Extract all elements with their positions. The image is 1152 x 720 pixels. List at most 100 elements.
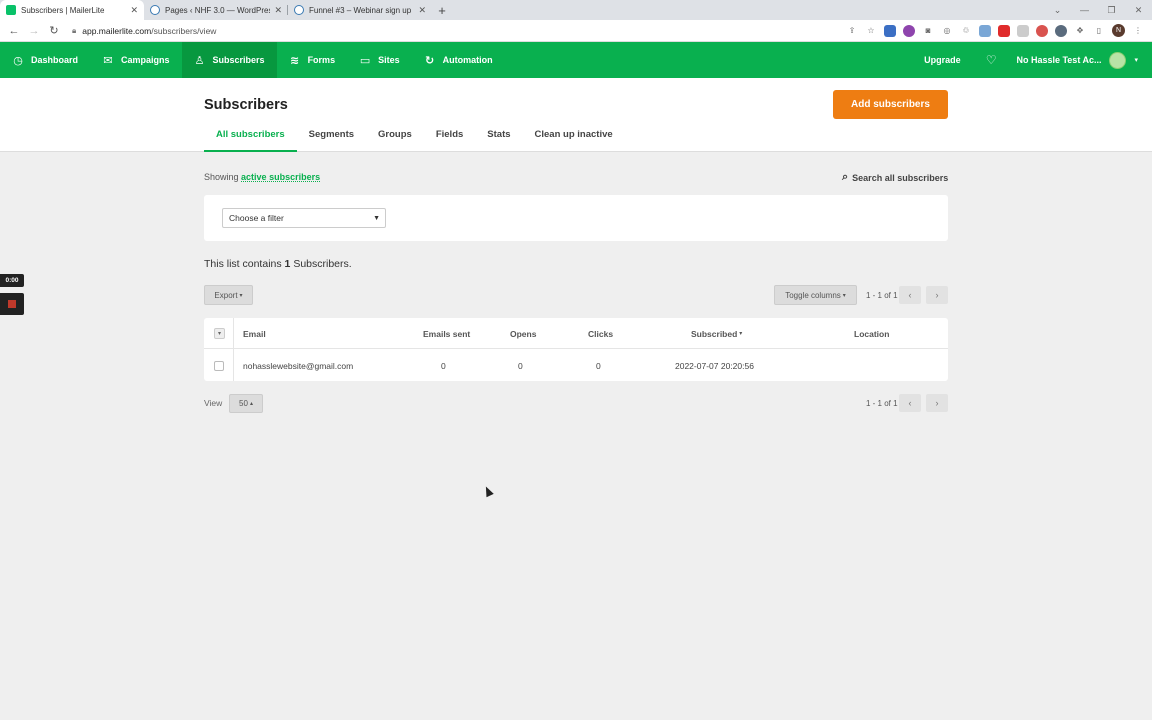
subscribed-value: 2022-07-07 20:20:56 (675, 360, 754, 371)
nav-label: Automation (442, 55, 493, 65)
recycle-icon[interactable]: ♲ (960, 25, 972, 37)
table-header: ▾ Email Emails sent Opens Clicks Subscri… (204, 318, 948, 349)
back-icon[interactable]: ← (4, 25, 24, 37)
next-page-button[interactable]: › (926, 394, 948, 412)
sort-desc-icon: ▾ (739, 331, 743, 337)
toggle-columns-label: Toggle columns (785, 290, 841, 300)
tab-groups[interactable]: Groups (366, 128, 424, 152)
nav-subscribers[interactable]: ♙ Subscribers (181, 42, 277, 78)
extension-icon[interactable] (884, 24, 896, 37)
extensions-bar: ⇪ ☆ ◙ ◎ ♲ ✥ ▯ N ⋮ (846, 24, 1148, 37)
page-size-select[interactable]: 50 ▴ (229, 394, 263, 413)
url-input[interactable]: 🔒︎ app.mailerlite.com /subscribers/view (64, 22, 846, 40)
extension-icon[interactable] (1017, 24, 1029, 37)
column-email[interactable]: Email (243, 318, 266, 349)
view-label: View (204, 398, 223, 408)
prev-page-button[interactable]: ‹ (899, 286, 921, 304)
filter-select[interactable]: Choose a filter ▼ (222, 208, 386, 228)
active-subscribers-link[interactable]: active subscribers (241, 172, 320, 182)
nav-automation[interactable]: ↻ Automation (412, 42, 505, 78)
youtube-icon[interactable] (998, 24, 1010, 37)
account-menu[interactable]: No Hassle Test Ac... ▾ (1004, 42, 1152, 78)
restore-icon[interactable]: ❐ (1098, 0, 1125, 20)
export-button[interactable]: Export ▾ (204, 285, 253, 305)
table-row[interactable]: nohasslewebsite@gmail.com 0 0 0 2022-07-… (204, 350, 948, 381)
sidebar-icon[interactable]: ▯ (1093, 25, 1105, 37)
column-location[interactable]: Location (854, 318, 889, 349)
search-icon: ⌕ (842, 171, 849, 183)
browser-tab-mailerlite[interactable]: Subscribers | MailerLite ✕ (0, 0, 144, 20)
add-subscribers-button[interactable]: Add subscribers (833, 90, 948, 119)
tab-clean-up-inactive[interactable]: Clean up inactive (523, 128, 625, 152)
extension-icon[interactable] (1036, 24, 1048, 37)
extension-icon[interactable]: ◎ (941, 25, 953, 37)
close-window-icon[interactable]: ✕ (1125, 0, 1152, 20)
select-all-checkbox[interactable]: ▾ (214, 318, 225, 349)
column-opens[interactable]: Opens (510, 318, 536, 349)
row-checkbox[interactable] (214, 350, 224, 381)
subscriber-email-link[interactable]: nohasslewebsite@gmail.com (243, 350, 353, 381)
prev-page-button[interactable]: ‹ (899, 394, 921, 412)
main-navigation: ◷ Dashboard ✉ Campaigns ♙ Subscribers ≋ … (0, 42, 1152, 78)
share-icon[interactable]: ⇪ (846, 25, 858, 37)
search-label: Search all subscribers (852, 172, 949, 183)
heart-icon[interactable]: ♡ (978, 42, 1005, 78)
close-icon[interactable]: ✕ (130, 5, 138, 16)
browser-tab-funnel[interactable]: Funnel #3 – Webinar sign up | N ✕ (288, 0, 432, 20)
extension-icon[interactable] (979, 24, 991, 37)
nav-label: Subscribers (212, 55, 265, 65)
nav-dashboard[interactable]: ◷ Dashboard (0, 42, 90, 78)
menu-dots-icon[interactable]: ⋮ (1132, 25, 1144, 37)
mouse-cursor-icon (482, 484, 494, 498)
nav-forms[interactable]: ≋ Forms (277, 42, 348, 78)
pager-info: 1 - 1 of 1 (866, 399, 898, 408)
avatar (1109, 51, 1127, 69)
upgrade-link[interactable]: Upgrade (907, 42, 978, 78)
tab-stats[interactable]: Stats (475, 128, 522, 152)
nav-campaigns[interactable]: ✉ Campaigns (90, 42, 182, 78)
puzzle-icon[interactable]: ✥ (1074, 25, 1086, 37)
list-count: This list contains 1 Subscribers. (204, 258, 352, 270)
nav-label: Campaigns (121, 55, 170, 65)
stop-recording-button[interactable] (0, 293, 24, 315)
search-all-subscribers[interactable]: ⌕ Search all subscribers (842, 171, 948, 184)
tab-title: Funnel #3 – Webinar sign up | N (309, 5, 415, 15)
nav-label: Sites (378, 55, 400, 65)
checkbox (214, 360, 224, 371)
page-title: Subscribers (204, 97, 288, 113)
wordpress-icon (150, 5, 160, 15)
column-emails-sent[interactable]: Emails sent (423, 318, 470, 349)
tab-title: Pages ‹ NHF 3.0 — WordPress (165, 5, 271, 15)
toggle-columns-button[interactable]: Toggle columns ▾ (774, 285, 857, 305)
layers-icon: ≋ (289, 54, 300, 67)
extension-icon[interactable] (903, 24, 915, 37)
account-name: No Hassle Test Ac... (1016, 55, 1102, 65)
emails-sent-value: 0 (441, 360, 446, 371)
count-value: 1 (284, 258, 291, 270)
opens-value: 0 (518, 360, 523, 371)
tab-all-subscribers[interactable]: All subscribers (204, 128, 297, 152)
extension-icon[interactable] (1055, 24, 1067, 37)
browser-tab-wordpress-pages[interactable]: Pages ‹ NHF 3.0 — WordPress ✕ (144, 0, 288, 20)
tab-segments[interactable]: Segments (297, 128, 366, 152)
next-page-button[interactable]: › (926, 286, 948, 304)
browser-icon: ▭ (359, 54, 371, 67)
camera-icon[interactable]: ◙ (922, 25, 934, 37)
chevron-down-icon[interactable]: ⌄ (1044, 0, 1071, 20)
minimize-icon[interactable]: — (1071, 0, 1098, 20)
page-size-value: 50 (239, 399, 248, 408)
subscriber-tabs: All subscribers Segments Groups Fields S… (204, 128, 625, 152)
recording-timer: 0:00 (0, 274, 24, 287)
profile-avatar[interactable]: N (1112, 24, 1125, 37)
column-clicks[interactable]: Clicks (588, 318, 613, 349)
forward-icon[interactable]: → (24, 25, 44, 37)
star-icon[interactable]: ☆ (865, 25, 877, 37)
window-controls: ⌄ — ❐ ✕ (1044, 0, 1152, 20)
close-icon[interactable]: ✕ (418, 5, 426, 16)
new-tab-icon[interactable]: + (432, 0, 452, 20)
tab-fields[interactable]: Fields (424, 128, 475, 152)
reload-icon[interactable]: ↻ (44, 24, 64, 37)
nav-sites[interactable]: ▭ Sites (347, 42, 412, 78)
close-icon[interactable]: ✕ (274, 5, 282, 16)
column-subscribed[interactable]: Subscribed ▾ (691, 318, 742, 349)
